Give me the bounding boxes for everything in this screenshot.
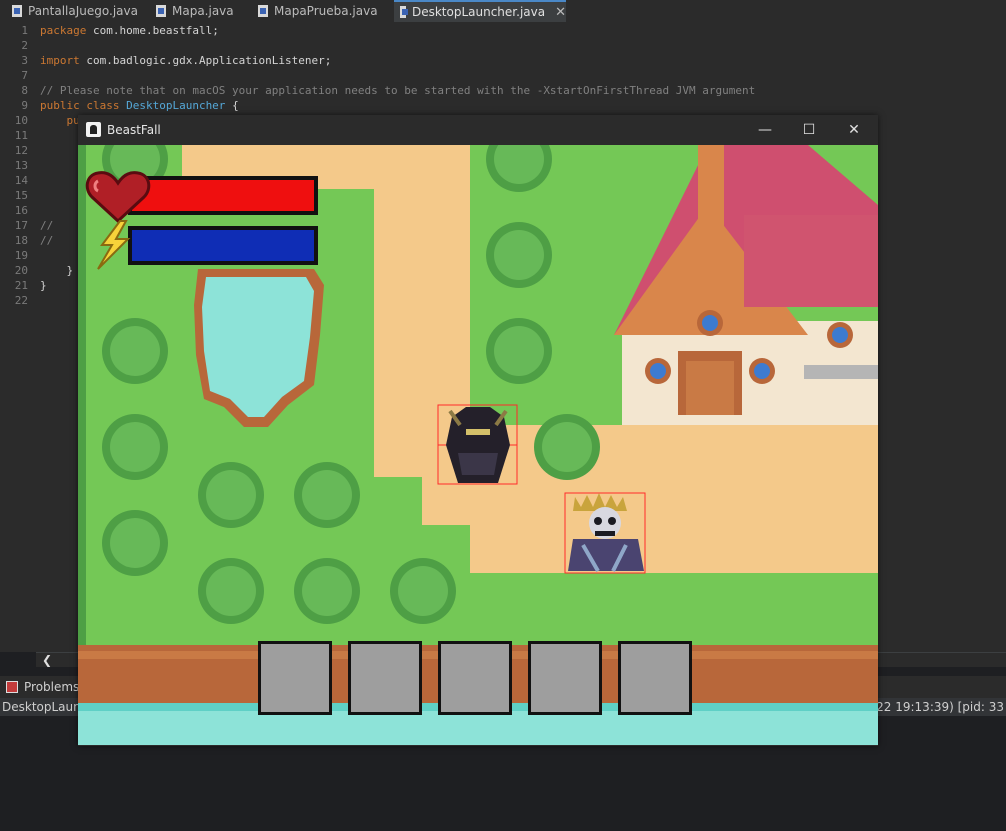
line-number: 9 [21, 99, 28, 112]
line-number: 20 [14, 264, 28, 277]
line-number: 16 [14, 204, 28, 217]
close-tab-icon[interactable]: ✕ [555, 5, 566, 20]
code-line[interactable]: import com.badlogic.gdx.ApplicationListe… [40, 53, 331, 68]
code-line[interactable]: // [40, 233, 53, 248]
line-number: 2 [21, 39, 28, 52]
health-bar [85, 171, 318, 224]
inventory-slot-4[interactable] [528, 641, 602, 715]
code-token: } [40, 264, 74, 277]
tab-mapa[interactable]: Mapa.java [150, 0, 254, 22]
inventory-slot-5[interactable] [618, 641, 692, 715]
energy-bar [97, 220, 318, 270]
line-number: 19 [14, 249, 28, 262]
console-process-name: DesktopLaunc [2, 700, 88, 714]
code-line[interactable]: // [40, 218, 53, 233]
window-title: BeastFall [107, 123, 161, 137]
code-token: } [40, 279, 47, 292]
code-token: // [40, 234, 54, 247]
java-file-icon [156, 5, 166, 17]
line-number: 1 [21, 24, 28, 37]
line-number: 12 [14, 144, 28, 157]
tab-label: MapaPrueba.java [274, 4, 378, 18]
code-line[interactable]: pu [40, 113, 80, 128]
tab-label: DesktopLauncher.java [411, 5, 546, 19]
line-number: 15 [14, 189, 28, 202]
editor-tab-bar: PantallaJuego.java Mapa.java MapaPrueba.… [0, 0, 1006, 23]
tab-mapaprueba[interactable]: MapaPrueba.java [252, 0, 396, 22]
game-viewport[interactable]: Vacio [78, 145, 878, 745]
close-button[interactable]: ✕ [843, 120, 865, 140]
code-token: { [232, 99, 239, 112]
line-number: 7 [21, 69, 28, 82]
problems-icon [6, 681, 18, 693]
code-line[interactable]: package com.home.beastfall; [40, 23, 219, 38]
line-number: 10 [14, 114, 28, 127]
tab-label: Mapa.java [172, 4, 234, 18]
code-token: package [40, 24, 93, 37]
problems-tab-label: Problems [24, 680, 80, 694]
code-line[interactable]: // Please note that on macOS your applic… [40, 83, 755, 98]
line-number: 3 [21, 54, 28, 67]
code-line[interactable]: public class DesktopLauncher { [40, 98, 239, 113]
code-line[interactable]: } [40, 278, 47, 293]
code-token: // Please note that on macOS your applic… [40, 84, 756, 97]
inventory-slot-1[interactable] [258, 641, 332, 715]
line-number: 18 [14, 234, 28, 247]
line-number: 17 [14, 219, 28, 232]
game-window: BeastFall — ☐ ✕ [78, 115, 878, 746]
line-number: 11 [14, 129, 28, 142]
line-number: 22 [14, 294, 28, 307]
line-number: 21 [14, 279, 28, 292]
code-token: DesktopLauncher [126, 99, 233, 112]
scroll-left-icon[interactable]: ❮ [42, 653, 52, 667]
inventory-slot-3[interactable] [438, 641, 512, 715]
tab-desktoplauncher[interactable]: DesktopLauncher.java ✕ [394, 0, 566, 22]
minimize-button[interactable]: — [754, 120, 776, 140]
tab-pantallajuego[interactable]: PantallaJuego.java [6, 0, 152, 22]
problems-tab[interactable]: Problems [0, 676, 79, 698]
code-token: com.home.beastfall; [92, 24, 219, 37]
maximize-button[interactable]: ☐ [798, 120, 820, 140]
code-token: com.badlogic.gdx.ApplicationListener; [86, 54, 332, 67]
java-file-icon [12, 5, 22, 17]
window-titlebar[interactable]: BeastFall — ☐ ✕ [78, 115, 878, 145]
code-line[interactable]: } [40, 263, 73, 278]
inventory-slot-2[interactable] [348, 641, 422, 715]
line-number: 13 [14, 159, 28, 172]
java-file-icon [258, 5, 268, 17]
app-icon [86, 122, 101, 137]
java-file-icon [400, 6, 408, 18]
code-token: import [40, 54, 87, 67]
line-number: 14 [14, 174, 28, 187]
code-token: // [40, 219, 54, 232]
code-token: public class [40, 99, 127, 112]
code-token: pu [40, 114, 80, 127]
tab-label: PantallaJuego.java [28, 4, 138, 18]
line-number: 8 [21, 84, 28, 97]
